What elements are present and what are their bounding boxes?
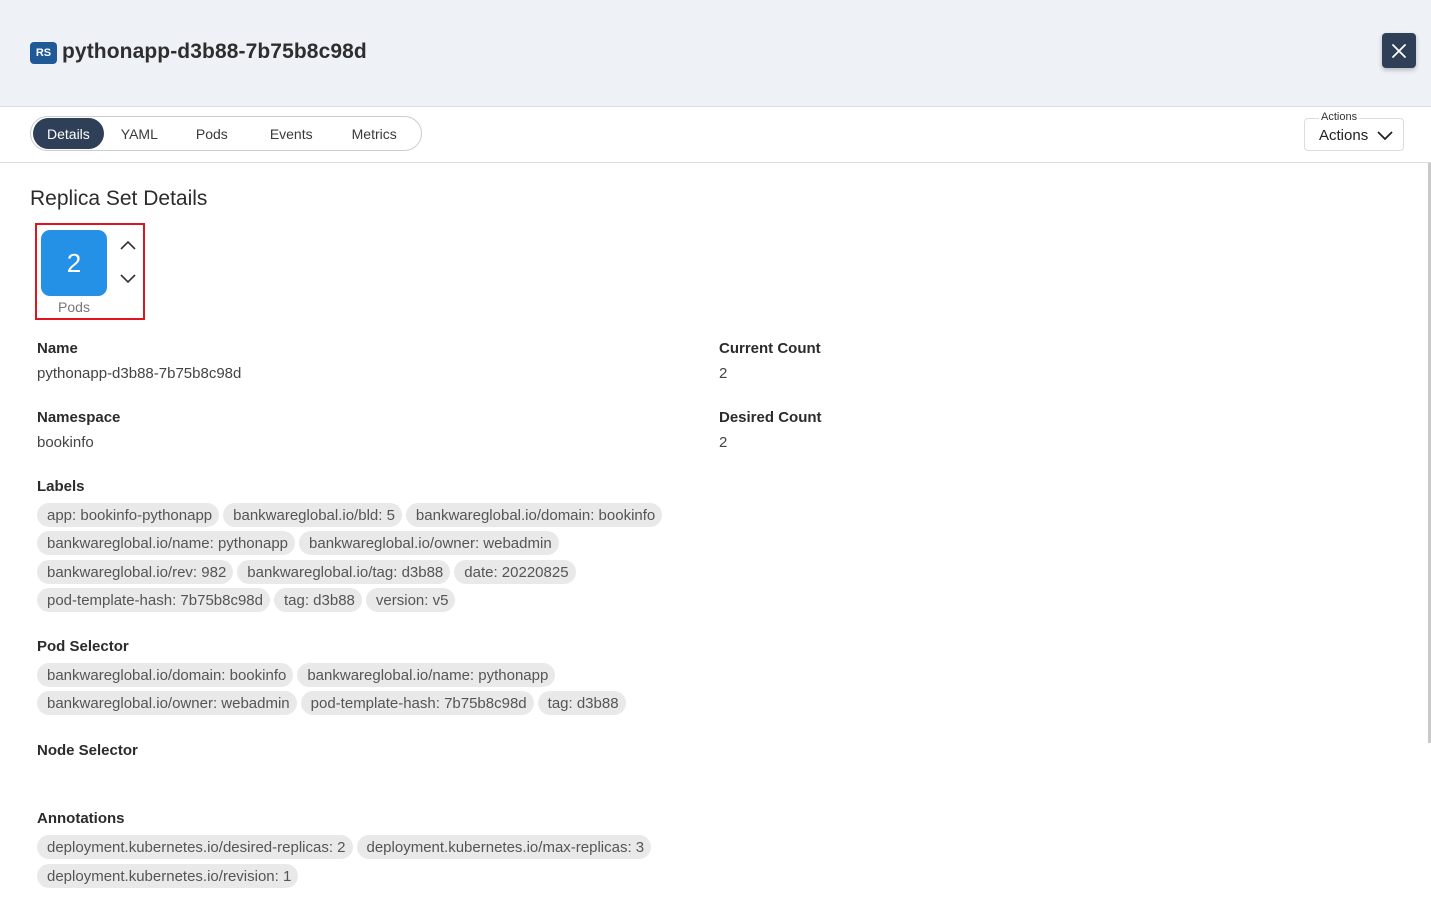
labels-row: pod-template-hash: 7b75b8c98d tag: d3b88…	[37, 588, 459, 612]
close-button[interactable]	[1382, 33, 1416, 68]
selector-chip: bankwareglobal.io/owner: webadmin	[37, 691, 297, 715]
label-chip: bankwareglobal.io/name: pythonapp	[37, 531, 296, 555]
actions-dropdown[interactable]: Actions Actions	[1304, 111, 1404, 151]
replicaset-kind-badge: RS	[30, 42, 57, 64]
label-chip: pod-template-hash: 7b75b8c98d	[37, 588, 270, 612]
pod-selector-row: bankwareglobal.io/domain: bookinfo bankw…	[37, 663, 559, 687]
annotation-chip: deployment.kubernetes.io/max-replicas: 3	[356, 835, 652, 859]
chevron-down-icon	[1377, 131, 1393, 141]
labels-row: bankwareglobal.io/rev: 982 bankwaregloba…	[37, 560, 580, 584]
tab-bar: Details YAML Pods Events Metrics Actions…	[0, 107, 1431, 163]
annotations-heading: Annotations	[37, 810, 125, 827]
pod-selector-heading: Pod Selector	[37, 638, 129, 655]
namespace-value: bookinfo	[37, 434, 94, 451]
namespace-label: Namespace	[37, 409, 121, 426]
annotations-row: deployment.kubernetes.io/revision: 1	[37, 864, 302, 888]
tab-events[interactable]: Events	[254, 118, 329, 149]
selector-chip: bankwareglobal.io/name: pythonapp	[297, 663, 556, 687]
desired-count-label: Desired Count	[719, 409, 822, 426]
tab-metrics[interactable]: Metrics	[336, 118, 413, 149]
scale-up-icon[interactable]	[120, 239, 136, 251]
labels-heading: Labels	[37, 478, 85, 495]
annotation-chip: deployment.kubernetes.io/revision: 1	[37, 864, 299, 888]
label-chip: date: 20220825	[454, 560, 576, 584]
scale-down-icon[interactable]	[120, 272, 136, 284]
close-icon	[1392, 43, 1406, 58]
replica-scaler: 2 Pods	[35, 223, 145, 320]
label-chip: bankwareglobal.io/owner: webadmin	[299, 531, 559, 555]
page-title: pythonapp-d3b88-7b75b8c98d	[62, 40, 367, 63]
name-label: Name	[37, 340, 78, 357]
pod-count-label: Pods	[58, 299, 90, 315]
label-chip: bankwareglobal.io/domain: bookinfo	[405, 503, 663, 527]
current-count-value: 2	[719, 365, 728, 382]
current-count-label: Current Count	[719, 340, 821, 357]
selector-chip: bankwareglobal.io/domain: bookinfo	[37, 663, 294, 687]
tab-pods[interactable]: Pods	[180, 118, 244, 149]
annotations-row: deployment.kubernetes.io/desired-replica…	[37, 835, 655, 859]
panel-header: RS pythonapp-d3b88-7b75b8c98d	[0, 0, 1431, 107]
name-value: pythonapp-d3b88-7b75b8c98d	[37, 365, 242, 382]
node-selector-heading: Node Selector	[37, 742, 138, 759]
labels-row: bankwareglobal.io/name: pythonapp bankwa…	[37, 531, 563, 555]
label-chip: bankwareglobal.io/tag: d3b88	[237, 560, 451, 584]
section-title: Replica Set Details	[30, 187, 208, 210]
actions-caption: Actions	[1319, 111, 1360, 123]
label-chip: bankwareglobal.io/rev: 982	[37, 560, 234, 584]
tab-yaml[interactable]: YAML	[105, 118, 174, 149]
pod-count: 2	[41, 230, 107, 296]
tab-details[interactable]: Details	[33, 118, 104, 149]
desired-count-value: 2	[719, 434, 728, 451]
pod-selector-row: bankwareglobal.io/owner: webadmin pod-te…	[37, 691, 630, 715]
label-chip: app: bookinfo-pythonapp	[37, 503, 220, 527]
annotation-chip: deployment.kubernetes.io/desired-replica…	[37, 835, 353, 859]
tab-group: Details YAML Pods Events Metrics	[30, 116, 422, 151]
selector-chip: tag: d3b88	[537, 691, 626, 715]
label-chip: tag: d3b88	[274, 588, 362, 612]
actions-label: Actions	[1319, 127, 1369, 144]
label-chip: version: v5	[365, 588, 456, 612]
selector-chip: pod-template-hash: 7b75b8c98d	[300, 691, 534, 715]
label-chip: bankwareglobal.io/bld: 5	[223, 503, 402, 527]
labels-row: app: bookinfo-pythonapp bankwareglobal.i…	[37, 503, 666, 527]
